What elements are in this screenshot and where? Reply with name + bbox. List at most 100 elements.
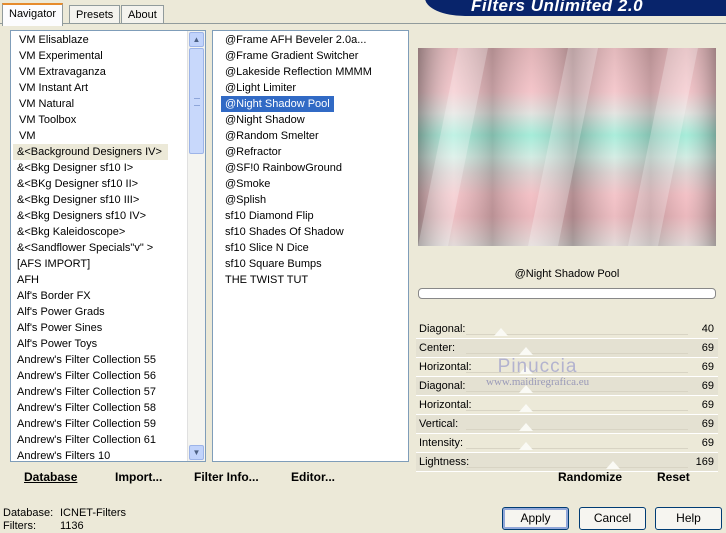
category-item[interactable]: &<Background Designers IV> [13, 144, 168, 160]
category-item[interactable]: Alf's Power Toys [13, 336, 189, 352]
slider-thumb-icon[interactable] [519, 423, 534, 431]
tab-divider [0, 23, 726, 24]
randomize-button[interactable]: Randomize [558, 470, 622, 484]
tab-about[interactable]: About [121, 5, 164, 24]
parameter-value: 69 [701, 361, 714, 373]
filters-count: 1136 [60, 520, 84, 532]
category-item[interactable]: Alf's Power Grads [13, 304, 189, 320]
category-item[interactable]: Andrew's Filter Collection 56 [13, 368, 189, 384]
category-list[interactable]: VM Elisablaze VM Experimental VM Extravaga… [10, 30, 206, 462]
preview-filter-name: @Night Shadow Pool [514, 268, 620, 280]
filter-list-items: @Frame AFH Beveler 2.0a... @Frame Gradien… [213, 31, 408, 288]
filter-item[interactable]: @Frame Gradient Switcher [221, 48, 408, 64]
import-button[interactable]: Import... [115, 470, 162, 484]
category-item[interactable]: VM [13, 128, 189, 144]
category-item[interactable]: Andrew's Filter Collection 59 [13, 416, 189, 432]
parameter-value: 69 [701, 418, 714, 430]
filters-label: Filters: [3, 520, 36, 532]
category-item[interactable]: VM Instant Art [13, 80, 189, 96]
slider-thumb-icon[interactable] [519, 347, 534, 355]
category-item[interactable]: Andrew's Filter Collection 61 [13, 432, 189, 448]
category-item[interactable]: Andrew's Filter Collection 55 [13, 352, 189, 368]
category-item[interactable]: &<BKg Designer sf10 II> [13, 176, 189, 192]
category-item[interactable]: VM Experimental [13, 48, 189, 64]
filter-item[interactable]: @Frame AFH Beveler 2.0a... [221, 32, 408, 48]
category-item[interactable]: AFH [13, 272, 189, 288]
help-button[interactable]: Help [655, 507, 722, 530]
category-item[interactable]: VM Extravaganza [13, 64, 189, 80]
parameter-value: 40 [701, 323, 714, 335]
parameter-value: 69 [701, 437, 714, 449]
category-list-items: VM Elisablaze VM Experimental VM Extravaga… [11, 31, 189, 461]
cancel-button[interactable]: Cancel [579, 507, 646, 530]
category-item[interactable]: Andrew's Filter Collection 57 [13, 384, 189, 400]
database-info: Database: ICNET-Filters [3, 507, 126, 520]
parameter-value: 69 [701, 342, 714, 354]
watermark-name: Pinuccia [497, 356, 578, 377]
filter-item[interactable]: THE TWIST TUT [221, 272, 408, 288]
category-item[interactable]: [AFS IMPORT] [13, 256, 189, 272]
filter-item[interactable]: @Refractor [221, 144, 408, 160]
parameter-slider[interactable]: Vertical: 69 [416, 415, 718, 434]
tab-presets[interactable]: Presets [69, 5, 121, 24]
parameter-slider[interactable]: Horizontal: 69 [416, 396, 718, 415]
category-item[interactable]: &<Bkg Kaleidoscope> [13, 224, 189, 240]
category-item[interactable]: &<Bkg Designer sf10 I> [13, 160, 189, 176]
tab-navigator[interactable]: Navigator [2, 3, 64, 26]
filters-info: Filters: 1136 [3, 520, 84, 533]
category-item[interactable]: &<Bkg Designer sf10 III> [13, 192, 189, 208]
filter-item[interactable]: @SF!0 RainbowGround [221, 160, 408, 176]
scroll-down-arrow-icon[interactable]: ▼ [189, 445, 204, 460]
parameter-label: Horizontal: [419, 361, 472, 373]
slider-track[interactable] [466, 410, 688, 411]
filter-item[interactable]: sf10 Diamond Flip [221, 208, 408, 224]
category-item[interactable]: Alf's Border FX [13, 288, 189, 304]
slider-thumb-icon[interactable] [493, 328, 508, 336]
filter-item[interactable]: @Random Smelter [221, 128, 408, 144]
reset-button[interactable]: Reset [657, 470, 690, 484]
parameter-slider[interactable]: Diagonal: 40 [416, 320, 718, 339]
slider-track[interactable] [466, 448, 688, 449]
filter-item[interactable]: sf10 Slice N Dice [221, 240, 408, 256]
editor-button[interactable]: Editor... [291, 470, 335, 484]
category-item[interactable]: Andrew's Filter Collection 58 [13, 400, 189, 416]
filter-item[interactable]: @Night Shadow Pool [221, 96, 334, 112]
parameter-label: Vertical: [419, 418, 459, 430]
scroll-thumb[interactable] [189, 48, 204, 154]
parameter-label: Center: [419, 342, 456, 354]
filter-info-button[interactable]: Filter Info... [194, 470, 259, 484]
filter-item[interactable]: @Night Shadow [221, 112, 408, 128]
category-item[interactable]: &<Sandflower Specials"v" > [13, 240, 189, 256]
watermark-url: www.maidiregrafica.eu [486, 376, 590, 388]
database-label: Database: [3, 507, 54, 519]
action-bar: Database Import... Filter Info... Editor… [8, 462, 718, 490]
category-item[interactable]: Andrew's Filters 10 [13, 448, 189, 461]
filter-item[interactable]: @Smoke [221, 176, 408, 192]
slider-track[interactable] [466, 391, 688, 392]
grip-icon [194, 98, 200, 106]
category-item[interactable]: &<Bkg Designers sf10 IV> [13, 208, 189, 224]
parameter-slider[interactable]: Intensity: 69 [416, 434, 718, 453]
filter-item[interactable]: @Light Limiter [221, 80, 408, 96]
category-scrollbar[interactable]: ▲ ▼ [187, 31, 205, 461]
filter-item[interactable]: @Splish [221, 192, 408, 208]
slider-track[interactable] [466, 353, 688, 354]
scroll-up-arrow-icon[interactable]: ▲ [189, 32, 204, 47]
filter-item[interactable]: @Lakeside Reflection MMMM [221, 64, 408, 80]
database-button[interactable]: Database [24, 470, 77, 484]
category-item[interactable]: Alf's Power Sines [13, 320, 189, 336]
filter-item[interactable]: sf10 Shades Of Shadow [221, 224, 408, 240]
slider-thumb-icon[interactable] [519, 442, 534, 450]
slider-track[interactable] [466, 429, 688, 430]
parameter-label: Horizontal: [419, 399, 472, 411]
slider-thumb-icon[interactable] [519, 404, 534, 412]
apply-button[interactable]: Apply [502, 507, 569, 530]
database-value: ICNET-Filters [60, 507, 126, 519]
category-item[interactable]: VM Elisablaze [13, 32, 189, 48]
parameter-sliders: Diagonal: 40 Center: 69 Horizontal: 69 Diagona… [416, 320, 718, 472]
category-item[interactable]: VM Toolbox [13, 112, 189, 128]
parameter-label: Diagonal: [419, 323, 466, 335]
filter-list[interactable]: @Frame AFH Beveler 2.0a... @Frame Gradien… [212, 30, 409, 462]
category-item[interactable]: VM Natural [13, 96, 189, 112]
filter-item[interactable]: sf10 Square Bumps [221, 256, 408, 272]
